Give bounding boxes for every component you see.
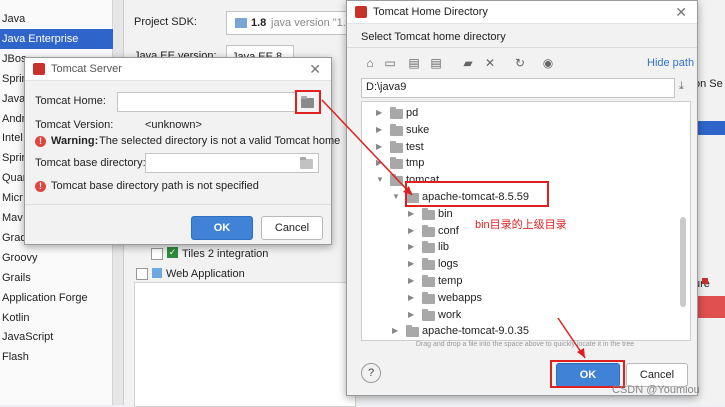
arrow-line-1 xyxy=(321,99,413,196)
watermark: CSDN @Youmiou xyxy=(612,384,700,396)
annotation-arrows xyxy=(321,99,586,359)
arrow-head-2 xyxy=(577,348,585,358)
